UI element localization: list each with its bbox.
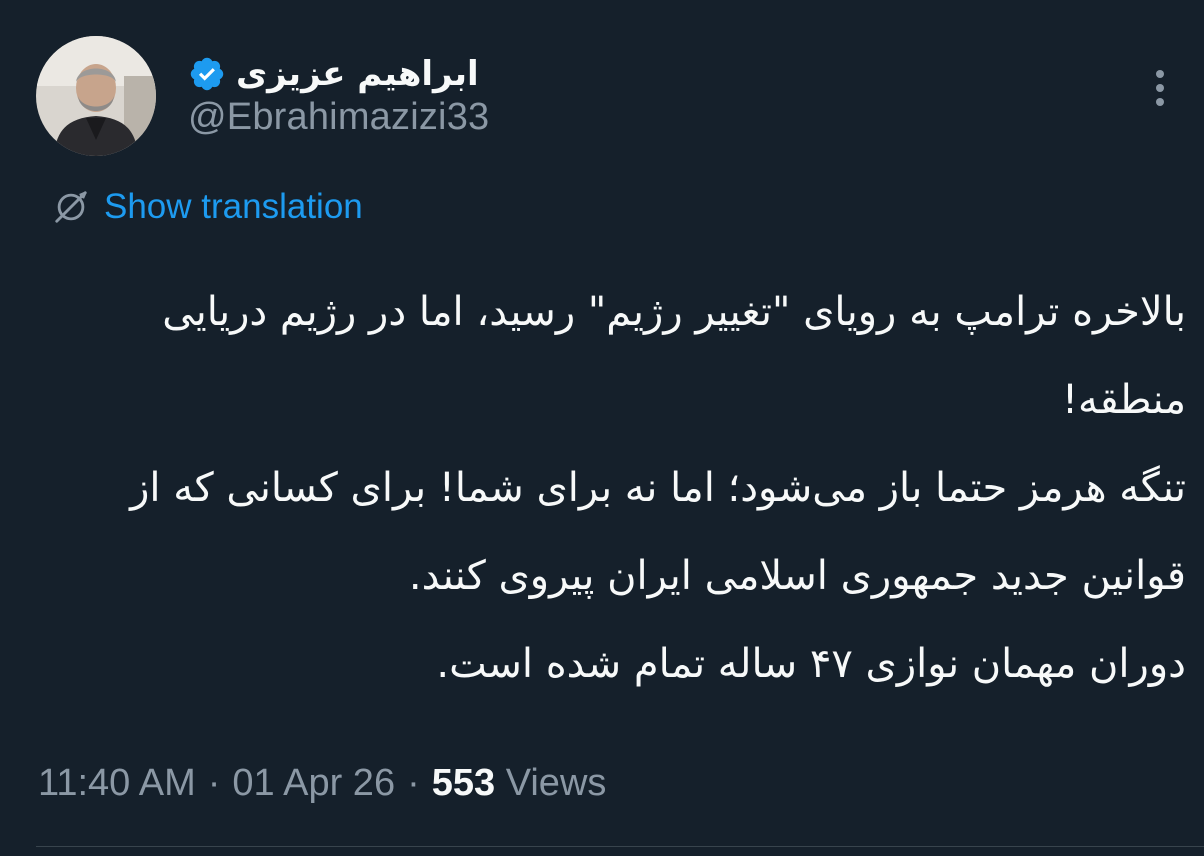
profile-photo-icon [36,36,156,156]
more-options-button[interactable] [1140,62,1180,114]
more-dots-icon [1156,70,1164,78]
tweet-paragraph: بالاخره ترامپ به رویای "تغییر رژیم" رسید… [162,289,1186,423]
verified-badge-icon [190,57,224,91]
tweet-time[interactable]: 11:40 AM [38,762,196,805]
author-display-name: ابراهیم عزیزی [236,54,479,94]
author-name-row[interactable]: ابراهیم عزیزی [188,48,479,100]
divider [36,846,1204,847]
tweet-card: ابراهیم عزیزی @Ebrahimazizi33 Show trans… [0,0,1204,856]
more-dots-icon [1156,84,1164,92]
avatar[interactable] [36,36,156,156]
tweet-date[interactable]: 01 Apr 26 [232,762,395,805]
tweet-meta: 11:40 AM · 01 Apr 26 · 553 Views [38,762,606,805]
show-translation-label: Show translation [104,187,363,226]
meta-separator: · [407,762,420,804]
tweet-paragraph: دوران مهمان نوازی ۴۷ ساله تمام شده است. [436,641,1186,687]
views-group[interactable]: 553 Views [432,762,607,805]
tweet-text: بالاخره ترامپ به رویای "تغییر رژیم" رسید… [40,268,1186,708]
globe-icon [55,191,87,223]
show-translation-link[interactable]: Show translation [52,184,363,230]
more-dots-icon [1156,98,1164,106]
meta-separator: · [207,762,221,804]
author-handle[interactable]: @Ebrahimazizi33 [188,96,489,139]
views-count: 553 [431,762,496,804]
tweet-paragraph: تنگه هرمز حتما باز می‌شود؛ اما نه برای ش… [130,465,1186,599]
views-label: Views [505,762,607,804]
